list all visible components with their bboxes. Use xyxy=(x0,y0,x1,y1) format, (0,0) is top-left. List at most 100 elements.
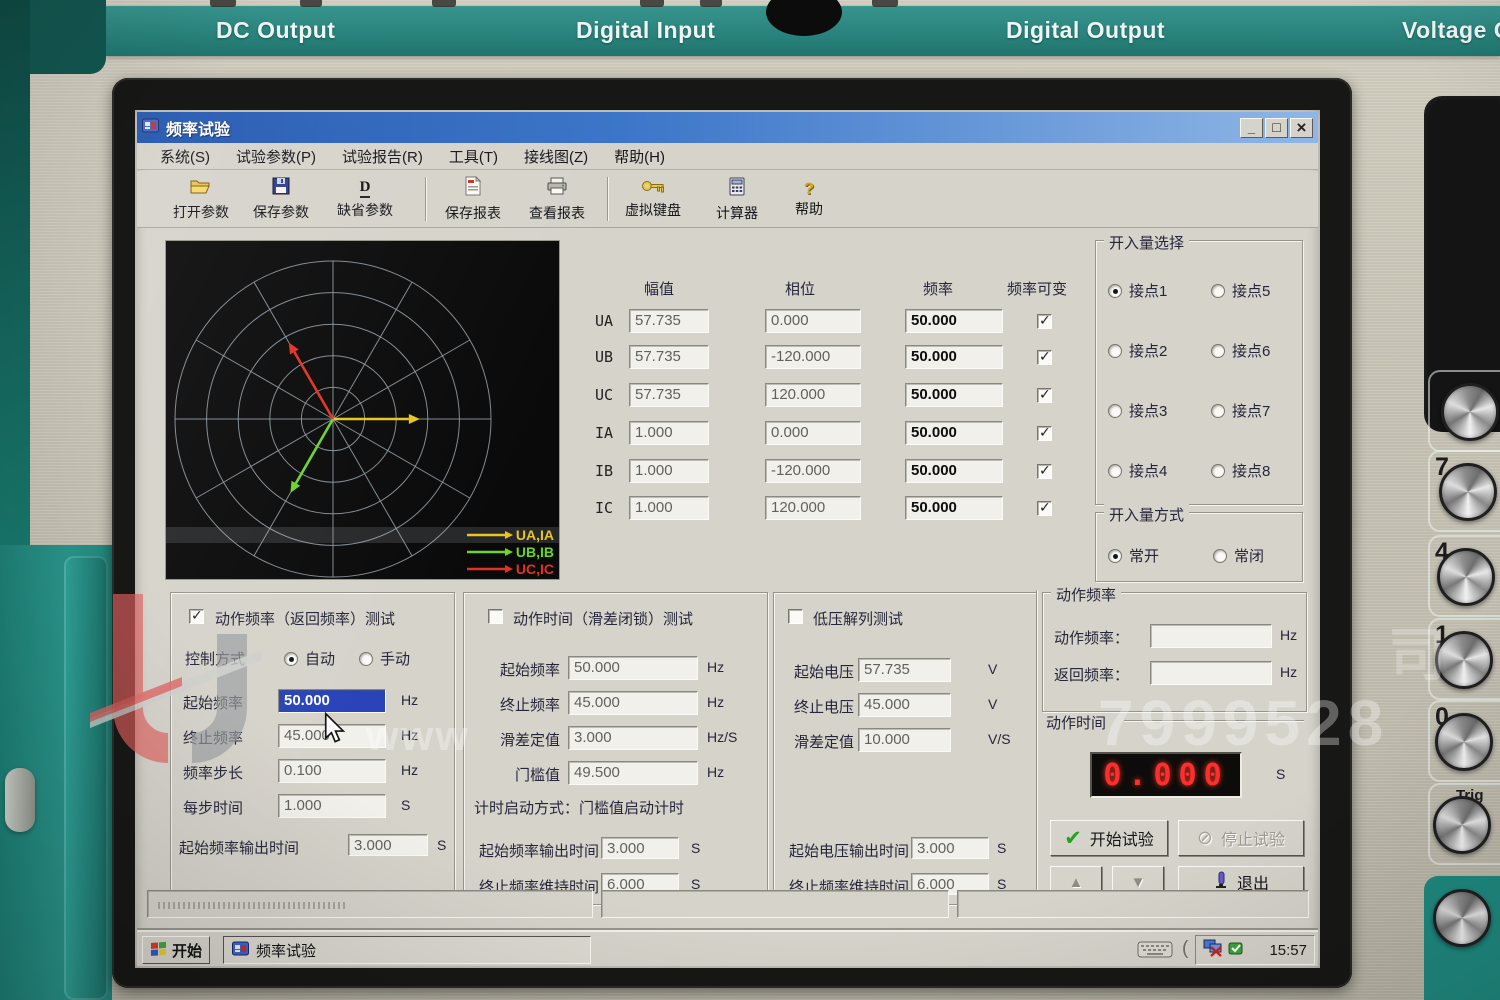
task-button-frequency-test[interactable]: 频率试验 xyxy=(223,936,591,964)
voltage-slip-field[interactable]: 10.000 xyxy=(858,728,951,752)
keyboard-icon[interactable] xyxy=(1137,937,1173,966)
normally-closed-radio[interactable]: 常闭 xyxy=(1213,545,1264,566)
column-header-phase: 相位 xyxy=(785,278,815,299)
start-frequency-field[interactable]: 50.000 xyxy=(278,689,386,713)
knob-button-bottom[interactable] xyxy=(1433,889,1491,947)
column-header-frequency: 频率 xyxy=(923,278,953,299)
channel-name-ib: IB xyxy=(595,462,613,480)
ia-freq-variable-checkbox[interactable] xyxy=(1037,426,1052,441)
ub-frequency-field[interactable]: 50.000 xyxy=(905,345,1003,369)
ib-phase-field[interactable]: -120.000 xyxy=(765,459,861,483)
knob-button-7[interactable] xyxy=(1439,463,1497,521)
ib-amplitude-field[interactable]: 1.000 xyxy=(629,459,709,483)
action-time-test-checkbox[interactable] xyxy=(488,609,503,624)
contact-5-radio[interactable]: 接点5 xyxy=(1211,280,1270,301)
uc-amplitude-field[interactable]: 57.735 xyxy=(629,383,709,407)
menu-test-params[interactable]: 试验参数(P) xyxy=(223,143,329,170)
toolbar-calculator[interactable]: 计算器 xyxy=(699,175,775,224)
windows-logo-icon xyxy=(150,940,167,960)
ib-freq-variable-checkbox[interactable] xyxy=(1037,464,1052,479)
ub-amplitude-field[interactable]: 57.735 xyxy=(629,345,709,369)
p3-output-time-field[interactable]: 3.000 xyxy=(911,837,989,859)
close-button[interactable] xyxy=(1290,118,1313,138)
menu-test-report[interactable]: 试验报告(R) xyxy=(329,143,436,170)
knob-button-blank[interactable] xyxy=(1441,383,1499,441)
p2-end-frequency-field[interactable]: 45.000 xyxy=(568,691,698,715)
p2-output-time-field[interactable]: 3.000 xyxy=(601,837,679,859)
contact-8-radio[interactable]: 接点8 xyxy=(1211,460,1270,481)
action-frequency-result-unit: Hz xyxy=(1280,627,1297,643)
return-frequency-result-field[interactable] xyxy=(1150,661,1272,685)
start-test-button[interactable]: ✔ 开始试验 xyxy=(1050,820,1168,856)
ia-amplitude-field[interactable]: 1.000 xyxy=(629,421,709,445)
end-voltage-field[interactable]: 45.000 xyxy=(858,693,951,717)
auto-radio[interactable]: 自动 xyxy=(284,648,335,669)
ub-phase-field[interactable]: -120.000 xyxy=(765,345,861,369)
legend-ua-ia: UA,IA xyxy=(467,527,554,543)
ua-phase-field[interactable]: 0.000 xyxy=(765,309,861,333)
action-frequency-test-label: 动作频率（返回频率）测试 xyxy=(215,608,395,629)
threshold-field[interactable]: 49.500 xyxy=(568,761,698,785)
manual-radio[interactable]: 手动 xyxy=(359,648,410,669)
input-method-icon[interactable] xyxy=(1228,940,1244,960)
minimize-icon xyxy=(1248,119,1255,137)
start-voltage-field[interactable]: 57.735 xyxy=(858,658,951,682)
ub-freq-variable-checkbox[interactable] xyxy=(1037,350,1052,365)
menu-system[interactable]: 系统(S) xyxy=(147,143,223,170)
uc-frequency-field[interactable]: 50.000 xyxy=(905,383,1003,407)
start-button[interactable]: 开始 xyxy=(142,936,210,964)
menu-tools[interactable]: 工具(T) xyxy=(436,143,511,170)
toolbar-help[interactable]: ? 帮助 xyxy=(777,175,841,224)
terminal-tab xyxy=(700,0,722,7)
toolbar-default-params[interactable]: D 缺省参数 xyxy=(327,175,403,224)
screen: 频率试验 系统(S) 试验参数(P) 试验报告(R) 工具(T) 接线图(Z) … xyxy=(135,110,1320,968)
p2-start-frequency-field[interactable]: 50.000 xyxy=(568,656,698,680)
menu-help[interactable]: 帮助(H) xyxy=(601,143,678,170)
toolbar-virtual-keyboard[interactable]: 虚拟键盘 xyxy=(615,175,691,224)
ia-phase-field[interactable]: 0.000 xyxy=(765,421,861,445)
network-disconnected-icon[interactable] xyxy=(1203,939,1223,961)
step-time-field[interactable]: 1.000 xyxy=(278,794,386,818)
toolbar-save-report[interactable]: 保存报表 xyxy=(435,175,511,224)
panel-label-voltage-output: Voltage Output xyxy=(1402,17,1500,44)
end-frequency-field[interactable]: 45.000 xyxy=(278,724,386,748)
ic-frequency-field[interactable]: 50.000 xyxy=(905,496,1003,520)
ua-freq-variable-checkbox[interactable] xyxy=(1037,314,1052,329)
stop-test-button[interactable]: ⊘ 停止试验 xyxy=(1178,820,1304,856)
channel-name-ic: IC xyxy=(595,499,613,517)
contact-1-radio[interactable]: 接点1 xyxy=(1108,280,1167,301)
menu-wiring-diagram[interactable]: 接线图(Z) xyxy=(511,143,601,170)
contact-6-radio[interactable]: 接点6 xyxy=(1211,340,1270,361)
knob-button-1[interactable] xyxy=(1435,631,1493,689)
ic-freq-variable-checkbox[interactable] xyxy=(1037,501,1052,516)
toolbar-view-report[interactable]: 查看报表 xyxy=(519,175,595,224)
toolbar-save-params[interactable]: 保存参数 xyxy=(243,175,319,224)
low-voltage-test-checkbox[interactable] xyxy=(788,609,803,624)
slip-setting-field[interactable]: 3.000 xyxy=(568,726,698,750)
action-frequency-test-checkbox[interactable] xyxy=(189,609,204,624)
end-frequency-label: 终止频率 xyxy=(183,727,243,748)
ia-frequency-field[interactable]: 50.000 xyxy=(905,421,1003,445)
ic-amplitude-field[interactable]: 1.000 xyxy=(629,496,709,520)
start-freq-output-time-field[interactable]: 3.000 xyxy=(348,834,428,856)
contact-7-radio[interactable]: 接点7 xyxy=(1211,400,1270,421)
contact-4-radio[interactable]: 接点4 xyxy=(1108,460,1167,481)
minimize-button[interactable] xyxy=(1240,118,1263,138)
contact-2-radio[interactable]: 接点2 xyxy=(1108,340,1167,361)
maximize-button[interactable] xyxy=(1265,118,1288,138)
contact-3-radio[interactable]: 接点3 xyxy=(1108,400,1167,421)
knob-button-0[interactable] xyxy=(1435,713,1493,771)
ib-frequency-field[interactable]: 50.000 xyxy=(905,459,1003,483)
ic-phase-field[interactable]: 120.000 xyxy=(765,496,861,520)
action-frequency-result-label: 动作频率： xyxy=(1054,627,1129,648)
knob-button-4[interactable] xyxy=(1437,548,1495,606)
uc-phase-field[interactable]: 120.000 xyxy=(765,383,861,407)
ua-amplitude-field[interactable]: 57.735 xyxy=(629,309,709,333)
normally-open-radio[interactable]: 常开 xyxy=(1108,545,1159,566)
ua-frequency-field[interactable]: 50.000 xyxy=(905,309,1003,333)
frequency-step-field[interactable]: 0.100 xyxy=(278,759,386,783)
action-frequency-result-field[interactable] xyxy=(1150,624,1272,648)
knob-button-trig[interactable] xyxy=(1433,796,1491,854)
uc-freq-variable-checkbox[interactable] xyxy=(1037,388,1052,403)
toolbar-open-params[interactable]: 打开参数 xyxy=(163,175,239,224)
